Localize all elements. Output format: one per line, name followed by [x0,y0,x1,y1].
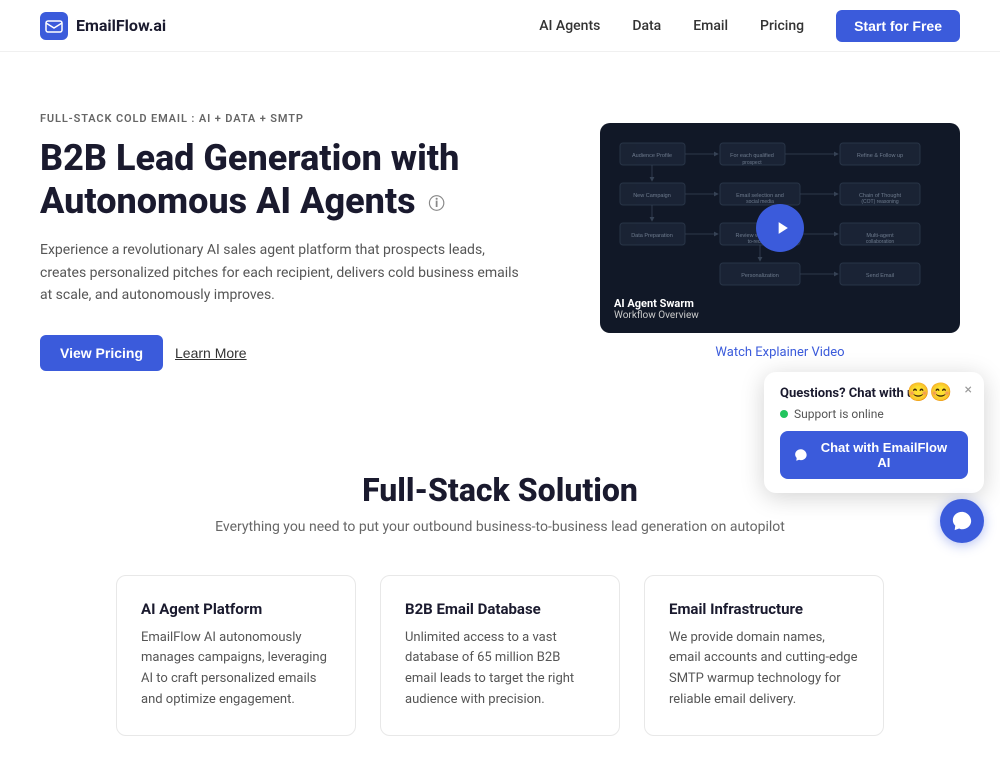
hero-content: FULL-STACK COLD EMAIL : AI + DATA + SMTP… [40,112,520,371]
svg-text:Refine & Follow up: Refine & Follow up [857,153,903,159]
chat-status-text: Support is online [794,407,884,421]
card-ai-agent-desc: EmailFlow AI autonomously manages campai… [141,628,331,711]
nav-data[interactable]: Data [632,18,661,34]
nav-email[interactable]: Email [693,18,728,34]
svg-text:(COT) reasoning: (COT) reasoning [861,199,898,205]
feature-cards: AI Agent Platform EmailFlow AI autonomou… [40,575,960,736]
card-email-infra: Email Infrastructure We provide domain n… [644,575,884,736]
svg-text:prospect: prospect [742,160,762,166]
svg-text:Send Email: Send Email [866,273,894,279]
watch-explainer-link[interactable]: Watch Explainer Video [715,345,844,360]
card-email-infra-title: Email Infrastructure [669,600,859,618]
status-online-dot [780,410,788,418]
card-b2b-database-title: B2B Email Database [405,600,595,618]
video-label-title: AI Agent Swarm [614,297,699,310]
video-label: AI Agent Swarm Workflow Overview [614,297,699,321]
navbar: EmailFlow.ai AI Agents Data Email Pricin… [0,0,1000,52]
card-ai-agent: AI Agent Platform EmailFlow AI autonomou… [116,575,356,736]
chat-status: Support is online [780,407,968,421]
fullstack-subtitle: Everything you need to put your outbound… [40,519,960,535]
card-email-infra-desc: We provide domain names, email accounts … [669,628,859,711]
chat-widget: × 😊😊 Questions? Chat with us! Support is… [764,372,984,493]
hero-title: B2B Lead Generation with Autonomous AI A… [40,137,520,223]
chat-with-ai-button[interactable]: Chat with EmailFlow AI [780,431,968,479]
video-container[interactable]: Audience Profile For each qualified pros… [600,123,960,333]
learn-more-button[interactable]: Learn More [175,345,247,361]
nav-links: AI Agents Data Email Pricing Start for F… [539,10,960,42]
svg-text:For each qualified: For each qualified [730,153,774,159]
nav-pricing[interactable]: Pricing [760,18,804,34]
video-label-sub: Workflow Overview [614,310,699,321]
hero-buttons: View Pricing Learn More [40,335,520,371]
hero-description: Experience a revolutionary AI sales agen… [40,239,520,306]
svg-text:social media: social media [746,199,774,205]
chat-emoji-icon: 😊😊 [907,382,952,403]
play-button[interactable] [756,204,804,252]
chat-fab-icon [951,510,973,532]
card-b2b-database: B2B Email Database Unlimited access to a… [380,575,620,736]
logo[interactable]: EmailFlow.ai [40,12,166,40]
hero-video: Audience Profile For each qualified pros… [600,123,960,360]
chat-btn-label: Chat with EmailFlow AI [814,440,954,470]
start-for-free-button[interactable]: Start for Free [836,10,960,42]
hero-tag: FULL-STACK COLD EMAIL : AI + DATA + SMTP [40,112,520,125]
info-icon[interactable]: ⓘ [429,194,445,213]
card-b2b-database-desc: Unlimited access to a vast database of 6… [405,628,595,711]
nav-ai-agents[interactable]: AI Agents [539,18,600,34]
video-link: Watch Explainer Video [600,341,960,360]
svg-text:Data Preparation: Data Preparation [631,233,673,239]
svg-text:New Campaign: New Campaign [633,193,671,199]
card-ai-agent-title: AI Agent Platform [141,600,331,618]
hero-section: FULL-STACK COLD EMAIL : AI + DATA + SMTP… [0,52,1000,411]
svg-text:collaboration: collaboration [866,239,895,245]
chat-fab-button[interactable] [940,499,984,543]
chat-icon [794,448,808,462]
svg-text:Personalization: Personalization [741,273,779,279]
view-pricing-button[interactable]: View Pricing [40,335,163,371]
svg-text:Audience Profile: Audience Profile [632,153,672,159]
chat-close-button[interactable]: × [965,382,972,398]
logo-icon [40,12,68,40]
logo-text: EmailFlow.ai [76,16,166,35]
